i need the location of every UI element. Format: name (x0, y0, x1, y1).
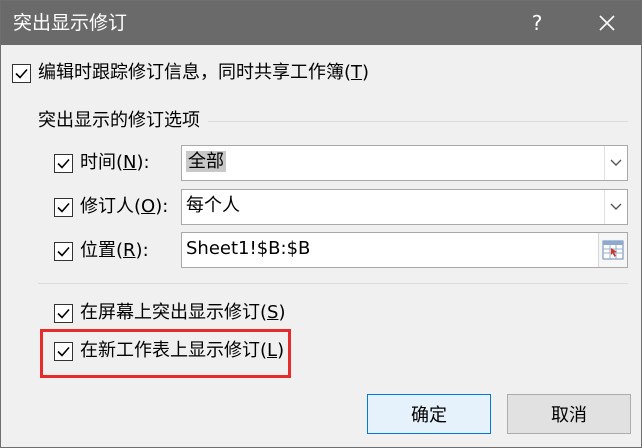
checkmark-icon (57, 246, 70, 257)
where-value: Sheet1!$B:$B (186, 238, 311, 259)
track-changes-label[interactable]: 编辑时跟踪修订信息，同时共享工作簿(T) (38, 61, 369, 85)
who-accel: O (141, 196, 156, 217)
cancel-button[interactable]: 取消 (507, 394, 631, 434)
dialog-title: 突出显示修订 (13, 12, 128, 34)
where-label[interactable]: 位置(R): (80, 239, 149, 263)
when-dropdown-button[interactable] (604, 146, 627, 180)
checkmark-icon (57, 202, 70, 213)
highlight-on-screen-checkbox[interactable] (54, 304, 73, 323)
track-changes-suffix: ) (362, 62, 370, 83)
chevron-down-icon (610, 159, 622, 166)
who-label[interactable]: 修订人(O): (80, 195, 168, 219)
highlight-on-screen-label[interactable]: 在屏幕上突出显示修订(S) (80, 301, 286, 325)
group-divider (208, 121, 628, 122)
who-dropdown[interactable]: 每个人 (181, 189, 628, 225)
checkmark-icon (57, 308, 70, 319)
where-suffix: ): (135, 240, 149, 261)
where-checkbox[interactable] (54, 242, 73, 261)
chevron-down-icon (610, 203, 622, 210)
group-title: 突出显示的修订选项 (38, 110, 200, 131)
when-text: 时间( (80, 152, 124, 173)
track-changes-text: 编辑时跟踪修订信息，同时共享工作簿( (38, 62, 352, 83)
when-label[interactable]: 时间(N): (80, 151, 150, 175)
highlight-annotation-box (40, 329, 291, 378)
who-checkbox[interactable] (54, 198, 73, 217)
where-accel: R (123, 240, 136, 261)
when-checkbox[interactable] (54, 154, 73, 173)
checkmark-icon (57, 158, 70, 169)
range-select-icon (602, 240, 624, 260)
where-input[interactable]: Sheet1!$B:$B (181, 232, 628, 268)
section-divider (38, 283, 628, 284)
who-dropdown-button[interactable] (604, 190, 627, 224)
help-icon: ? (531, 11, 543, 35)
close-icon (599, 15, 615, 31)
highlight-on-screen-text: 在屏幕上突出显示修订( (80, 302, 268, 323)
who-text: 修订人( (80, 196, 142, 217)
where-text: 位置( (80, 240, 124, 261)
close-button[interactable] (587, 7, 627, 39)
help-button[interactable]: ? (517, 7, 557, 39)
who-suffix: ): (155, 196, 169, 217)
highlight-on-screen-accel: S (267, 302, 279, 323)
title-bar: 突出显示修订 ? (1, 1, 641, 45)
when-dropdown[interactable]: 全部 (181, 145, 628, 181)
track-changes-accel: T (351, 62, 363, 83)
range-select-button[interactable] (598, 233, 627, 267)
when-value: 全部 (186, 151, 226, 172)
when-accel: N (123, 152, 137, 173)
ok-button[interactable]: 确定 (367, 394, 491, 434)
who-value: 每个人 (186, 195, 240, 216)
checkmark-icon (15, 68, 28, 79)
highlight-on-screen-suffix: ) (278, 302, 286, 323)
highlight-changes-dialog: 突出显示修订 ? 编辑时跟踪修订信息，同时共享工作簿(T) 突出显示的修订选项 … (0, 0, 642, 448)
track-changes-checkbox[interactable] (12, 64, 31, 83)
when-suffix: ): (136, 152, 150, 173)
